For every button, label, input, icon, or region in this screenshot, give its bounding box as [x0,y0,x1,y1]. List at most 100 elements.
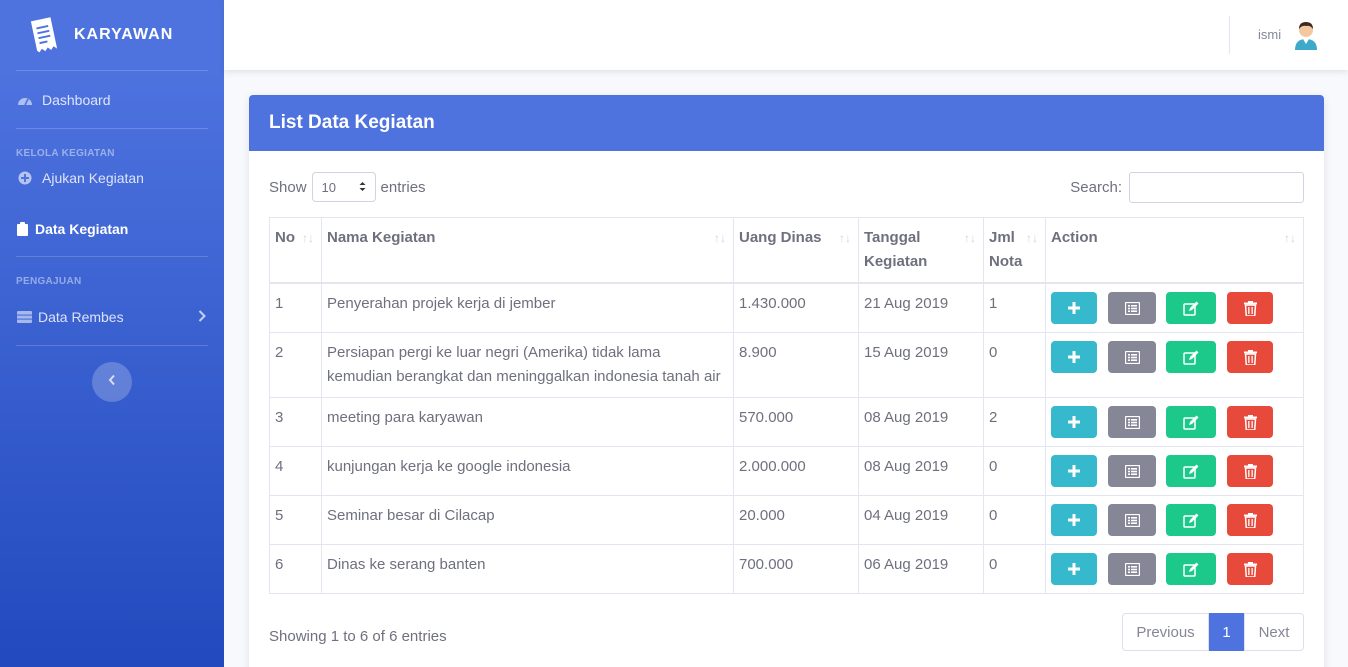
cell-uang: 20.000 [733,495,859,545]
add-nota-button[interactable] [1051,341,1097,373]
column-header-tanggal[interactable]: Tanggal Kegiatan ↑↓ [858,217,984,284]
sort-arrows-icon [359,180,366,195]
trash-icon [1243,300,1257,316]
detail-button[interactable] [1108,406,1156,438]
plus-icon [1067,513,1081,527]
cell-action [1045,282,1304,333]
edit-icon [1183,464,1199,479]
delete-button[interactable] [1227,455,1273,487]
cell-tanggal: 15 Aug 2019 [858,332,984,398]
entries-value: 10 [321,179,336,195]
cell-no: 2 [269,332,322,398]
delete-button[interactable] [1227,504,1273,536]
table-controls: Show 10 entries Search: [269,171,1304,203]
entries-label: entries [380,178,426,196]
detail-button[interactable] [1108,553,1156,585]
cell-nota: 2 [983,397,1046,447]
table-row: 5 Seminar besar di Cilacap 20.000 04 Aug 20… [269,495,1304,545]
delete-button[interactable] [1227,553,1273,585]
add-nota-button[interactable] [1051,553,1097,585]
sidebar-item-label: Ajukan Kegiatan [42,170,144,186]
edit-button[interactable] [1166,504,1216,536]
sidebar-item-data-kegiatan[interactable]: Data Kegiatan [0,212,224,246]
detail-button[interactable] [1108,455,1156,487]
cell-tanggal: 08 Aug 2019 [858,397,984,447]
plus-icon [1067,301,1081,315]
table-info: Showing 1 to 6 of 6 entries [269,628,447,645]
trash-icon [1243,512,1257,528]
list-icon [1124,350,1140,364]
edit-button[interactable] [1166,406,1216,438]
detail-button[interactable] [1108,504,1156,536]
column-header-action[interactable]: Action ↑↓ [1045,217,1304,284]
add-nota-button[interactable] [1051,292,1097,324]
search-label: Search: [1070,178,1122,196]
edit-button[interactable] [1166,455,1216,487]
previous-button[interactable]: Previous [1122,613,1209,651]
delete-button[interactable] [1227,341,1273,373]
kegiatan-table: No ↑↓ Nama Kegiatan ↑↓ Uang Dinas ↑↓ Tangga… [269,217,1304,594]
cell-uang: 2.000.000 [733,446,859,496]
column-header-nota[interactable]: Jml Nota ↑↓ [983,217,1046,284]
search-box: Search: [1070,171,1304,203]
cell-uang: 1.430.000 [733,282,859,333]
tachometer-icon [16,92,34,108]
search-input[interactable] [1129,171,1304,203]
list-icon [1124,415,1140,429]
sidebar-toggle-button[interactable] [92,362,132,402]
topbar-divider [1229,16,1230,54]
sidebar-heading-pengajuan: PENGAJUAN [16,276,82,287]
cell-no: 5 [269,495,322,545]
edit-button[interactable] [1166,292,1216,324]
cell-tanggal: 08 Aug 2019 [858,446,984,496]
table-row: 2 Persiapan pergi ke luar negri (Amerika)… [269,332,1304,398]
trash-icon [1243,414,1257,430]
edit-icon [1183,562,1199,577]
sort-icon: ↑↓ [1026,231,1038,245]
detail-button[interactable] [1108,292,1156,324]
cell-nama: Dinas ke serang banten [321,544,734,594]
cell-tanggal: 21 Aug 2019 [858,282,984,333]
next-button[interactable]: Next [1244,613,1304,651]
plus-icon [1067,464,1081,478]
sidebar-item-dashboard[interactable]: Dashboard [0,71,224,128]
add-nota-button[interactable] [1051,406,1097,438]
cell-nama: kunjungan kerja ke google indonesia [321,446,734,496]
delete-button[interactable] [1227,292,1273,324]
cell-nota: 0 [983,544,1046,594]
avatar-icon[interactable] [1292,20,1320,50]
add-nota-button[interactable] [1051,455,1097,487]
clipboard-icon [16,221,28,237]
table-row: 1 Penyerahan projek kerja di jember 1.430.… [269,282,1304,333]
column-header-no[interactable]: No ↑↓ [269,217,322,284]
column-header-nama[interactable]: Nama Kegiatan ↑↓ [321,217,734,284]
action-buttons [1051,504,1298,536]
column-header-uang[interactable]: Uang Dinas ↑↓ [733,217,859,284]
list-icon [1124,301,1140,315]
table-row: 4 kunjungan kerja ke google indonesia 2.00… [269,446,1304,496]
delete-button[interactable] [1227,406,1273,438]
sidebar-item-label: Data Kegiatan [35,221,129,237]
page-1-button[interactable]: 1 [1209,613,1244,651]
list-icon [1124,513,1140,527]
edit-button[interactable] [1166,341,1216,373]
sidebar-item-data-rembes[interactable]: Data Rembes [0,304,224,329]
cell-nota: 0 [983,495,1046,545]
sidebar-item-ajukan[interactable]: Ajukan Kegiatan [0,167,224,189]
brand[interactable]: KARYAWAN [0,0,224,70]
table-icon [16,309,32,325]
sort-icon: ↑↓ [1284,231,1296,245]
cell-action [1045,332,1304,398]
cell-tanggal: 06 Aug 2019 [858,544,984,594]
cell-nama: Penyerahan projek kerja di jember [321,282,734,333]
user-name[interactable]: ismi [1258,27,1281,42]
cell-nama: meeting para karyawan [321,397,734,447]
plus-circle-icon [16,170,34,186]
sidebar-item-label: Dashboard [42,91,111,108]
detail-button[interactable] [1108,341,1156,373]
entries-select[interactable]: 10 [311,172,376,202]
add-nota-button[interactable] [1051,504,1097,536]
cell-no: 4 [269,446,322,496]
edit-button[interactable] [1166,553,1216,585]
cell-no: 1 [269,282,322,333]
